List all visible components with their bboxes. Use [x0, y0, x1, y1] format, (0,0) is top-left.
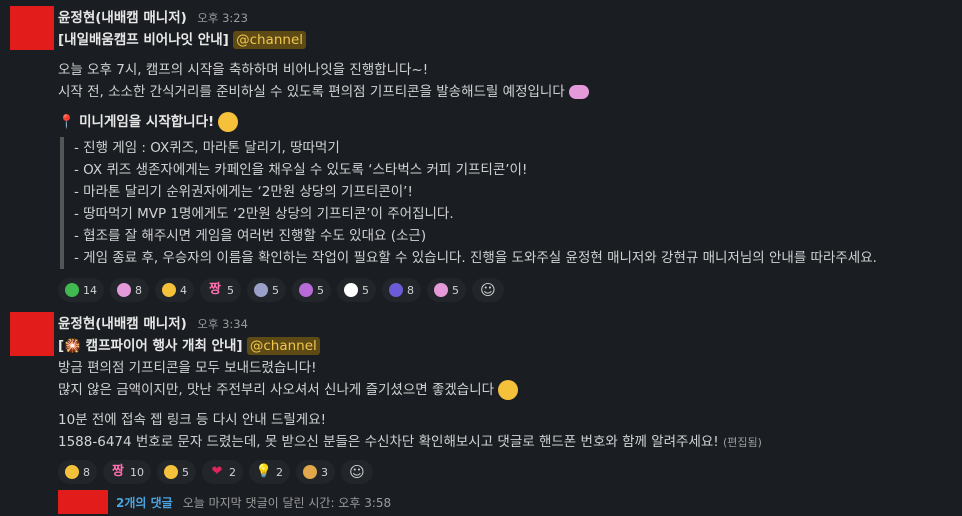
smile-icon [498, 380, 519, 400]
avatar[interactable] [10, 312, 54, 356]
thread-summary[interactable]: 2개의 댓글 오늘 마지막 댓글이 달린 시간: 오후 3:58 [58, 488, 391, 516]
reaction-count: 5 [317, 283, 324, 297]
reaction-chip[interactable]: 5 [292, 278, 331, 302]
channel-mention[interactable]: @channel [233, 31, 306, 49]
jjang-icon: 짱 [209, 282, 221, 297]
body-line: 시작 전, 소소한 간식거리를 준비하실 수 있도록 편의점 기프티콘을 발송해… [58, 84, 565, 100]
body-line: 방금 편의점 기프티콘을 모두 보내드렸습니다! [58, 360, 317, 376]
reaction-count: 8 [407, 283, 414, 297]
blockquote: - 진행 게임 : OX퀴즈, 마라톤 달리기, 땅따먹기 - OX 퀴즈 생존… [60, 137, 954, 269]
heart-icon: ❤ [211, 464, 223, 479]
clap-icon [303, 465, 317, 479]
sparkle-icon [389, 283, 403, 297]
green-blob-icon [65, 283, 79, 297]
pig-icon [117, 283, 131, 297]
reaction-count: 5 [272, 283, 279, 297]
avatar[interactable] [10, 6, 54, 50]
reaction-count: 5 [227, 283, 234, 297]
jjang-icon: 짱 [112, 464, 124, 479]
add-emoji-icon: ☺ [349, 463, 365, 481]
thumbs-up-icon [162, 283, 176, 297]
channel-mention[interactable]: @channel [246, 337, 320, 355]
message-title: [🎇 캠프파이어 행사 개최 안내] [58, 338, 243, 354]
reaction-chip[interactable]: 8 [110, 278, 149, 302]
reaction-chip[interactable]: 5 [427, 278, 466, 302]
body-line: 10분 전에 접속 젭 링크 등 다시 안내 드릴게요! [58, 412, 327, 428]
reaction-chip[interactable]: 4 [155, 278, 194, 302]
quote-line: - 협조를 잘 해주시면 게임을 여러번 진행할 수도 있대요 (소근) [74, 228, 427, 244]
timestamp[interactable]: 오후 3:23 [197, 11, 248, 25]
thread-reply-count[interactable]: 2개의 댓글 [116, 494, 173, 511]
reaction-count: 4 [180, 283, 187, 297]
timestamp[interactable]: 오후 3:34 [197, 317, 248, 331]
smile-icon [218, 112, 239, 132]
reactions-bar: 8 짱 10 5 ❤ 2 💡 2 3 ☺ [58, 459, 954, 485]
bulb-icon: 💡 [255, 464, 273, 479]
quote-line: - OX 퀴즈 생존자에게는 카페인을 채우실 수 있도록 ‘스타벅스 커피 기… [74, 162, 528, 178]
reaction-count: 5 [362, 283, 369, 297]
reaction-count: 2 [229, 465, 236, 479]
reaction-count: 5 [182, 465, 189, 479]
reaction-chip[interactable]: 8 [58, 460, 97, 484]
pig-icon [569, 85, 590, 99]
reaction-count: 8 [135, 283, 142, 297]
reaction-chip[interactable]: 3 [296, 460, 335, 484]
body-line: 많지 않은 금액이지만, 맛난 주전부리 사오셔서 신나게 즐기셨으면 좋겠습니… [58, 382, 495, 398]
body-line: 1588-6474 번호로 문자 드렸는데, 못 받으신 분들은 수신차단 확인… [58, 434, 719, 450]
author-name[interactable]: 윤정현(내배캠 매니저) [58, 10, 187, 26]
reaction-count: 3 [321, 465, 328, 479]
author-name[interactable]: 윤정현(내배캠 매니저) [58, 316, 187, 332]
reaction-chip[interactable]: 14 [58, 278, 104, 302]
quote-line: - 게임 종료 후, 우승자의 이름을 확인하는 작업이 필요할 수 있습니다.… [74, 250, 877, 266]
cow-icon [344, 283, 358, 297]
quote-line: - 마라톤 달리기 순위권자에게는 ‘2만원 상당의 기프티콘이’! [74, 184, 413, 200]
body-line: 오늘 오후 7시, 캠프의 시작을 축하하며 비어나잇을 진행합니다~! [58, 62, 429, 78]
reaction-count: 10 [130, 465, 144, 479]
reaction-chip[interactable]: 5 [157, 460, 196, 484]
add-reaction-button[interactable]: ☺ [472, 278, 504, 302]
pig-icon [434, 283, 448, 297]
thread-last-reply: 오늘 마지막 댓글이 달린 시간: 오후 3:58 [182, 495, 392, 510]
reaction-chip[interactable]: 💡 2 [249, 460, 290, 484]
reaction-chip[interactable]: 8 [382, 278, 421, 302]
add-reaction-button[interactable]: ☺ [341, 460, 373, 484]
reaction-chip[interactable]: 짱 10 [103, 460, 151, 484]
reaction-count: 8 [83, 465, 90, 479]
reaction-chip[interactable]: 짱5 [200, 278, 241, 302]
add-emoji-icon: ☺ [480, 281, 496, 299]
reaction-count: 2 [276, 465, 283, 479]
reaction-chip[interactable]: 5 [337, 278, 376, 302]
reactions-bar: 14 8 4 짱 5 5 5 5 8 5 ☺ [58, 277, 954, 303]
pin-icon: 📍 [58, 114, 75, 130]
reaction-chip[interactable]: 5 [247, 278, 286, 302]
section-title: 미니게임을 시작합니다! [79, 114, 215, 130]
thread-avatar [58, 490, 108, 514]
purple-blob-icon [299, 283, 313, 297]
reaction-chip[interactable]: ❤ 2 [202, 460, 243, 484]
message-title: [내일배움캠프 비어나잇 안내] [58, 32, 229, 48]
quote-line: - 땅따먹기 MVP 1명에게도 ‘2만원 상당의 기프티콘’이 주어집니다. [74, 206, 454, 222]
cheese-icon [164, 465, 178, 479]
edited-label: (편집됨) [723, 436, 762, 449]
gray-blob-icon [254, 283, 268, 297]
thumbs-up-icon [65, 465, 79, 479]
reaction-count: 5 [452, 283, 459, 297]
reaction-count: 14 [83, 283, 97, 297]
quote-line: - 진행 게임 : OX퀴즈, 마라톤 달리기, 땅따먹기 [74, 140, 340, 156]
